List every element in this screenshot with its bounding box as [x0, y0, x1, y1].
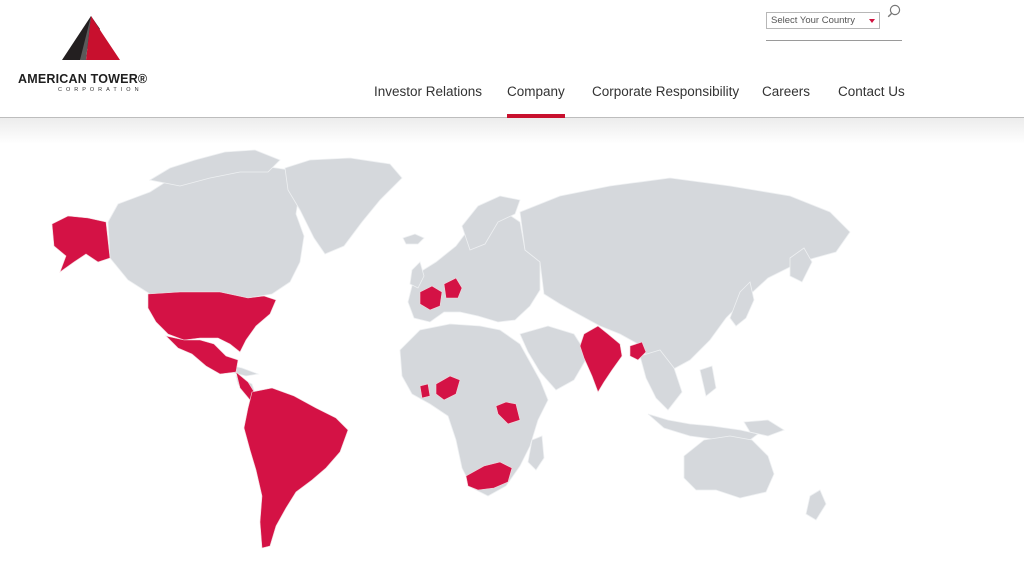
map-alaska: [51, 215, 111, 273]
world-map: [0, 118, 1024, 574]
site-header: AMERICAN TOWER® CORPORATION Select Your …: [0, 0, 1024, 118]
search-underline: [766, 40, 902, 41]
country-select[interactable]: Select Your Country: [766, 12, 880, 29]
map-ghana: [419, 383, 431, 399]
nav-careers[interactable]: Careers: [762, 84, 810, 99]
search-icon[interactable]: [887, 4, 901, 18]
american-tower-logo[interactable]: AMERICAN TOWER® CORPORATION: [18, 16, 178, 98]
world-map-svg: [51, 149, 851, 549]
brand-name: AMERICAN TOWER®: [18, 72, 148, 86]
nav-company[interactable]: Company: [507, 84, 565, 118]
map-new-zealand: [805, 489, 827, 521]
map-indonesia: [647, 413, 759, 441]
country-select-value: Select Your Country: [771, 15, 855, 26]
map-canada: [107, 159, 305, 299]
map-africa: [399, 323, 549, 497]
map-usa: [147, 291, 277, 353]
nav-corporate-responsibility[interactable]: Corporate Responsibility: [592, 84, 739, 99]
map-philippines: [699, 365, 717, 397]
brand-subtitle: CORPORATION: [58, 87, 143, 93]
nav-contact-us[interactable]: Contact Us: [838, 84, 905, 99]
map-iceland: [402, 233, 425, 245]
tower-logo-icon: [62, 16, 120, 60]
dropdown-caret-icon: [869, 19, 875, 23]
nav-investor-relations[interactable]: Investor Relations: [374, 84, 482, 99]
map-india: [579, 325, 623, 393]
map-australia: [683, 435, 775, 499]
map-south-america: [243, 387, 349, 549]
